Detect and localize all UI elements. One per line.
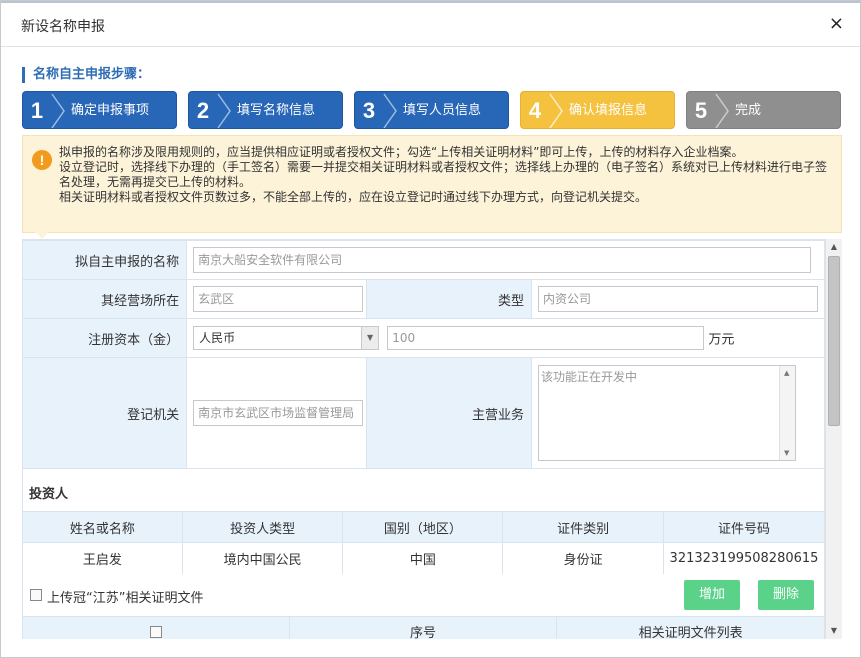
business-cell: 该功能正在开发中 ▲ ▼ (530, 357, 825, 469)
scroll-down-icon[interactable]: ▼ (784, 449, 789, 457)
dropdown-arrow-icon[interactable]: ▼ (361, 327, 379, 349)
notice-text: 拟申报的名称涉及限用规则的，应当提供相应证明或者授权文件；勾选“上传相关证明材料… (59, 145, 829, 205)
step-4-current: 4 确认填报信息 (520, 91, 675, 129)
name-label: 拟自主申报的名称 (22, 240, 188, 280)
chevron-right-icon (549, 93, 563, 128)
step-1: 1 确定申报事项 (22, 91, 177, 129)
add-button[interactable]: 增加 (684, 580, 740, 610)
warning-icon: ! (32, 150, 52, 170)
table-row[interactable]: 王启发 境内中国公民 中国 身份证 321323199508280615 (22, 542, 825, 575)
column-header: 证件类别 (502, 511, 664, 543)
chevron-right-icon (715, 93, 729, 128)
authority-input[interactable]: 南京市玄武区市场监督管理局 (193, 400, 364, 426)
select-all-cell (22, 616, 290, 639)
business-textarea[interactable]: 该功能正在开发中 ▲ ▼ (537, 365, 796, 461)
select-all-checkbox[interactable] (149, 625, 162, 638)
form-scroll-area: 拟自主申报的名称 南京大船安全软件有限公司 其经营场所在 玄武区 类型 内资公司… (22, 239, 825, 639)
investor-type: 境内中国公民 (181, 542, 344, 575)
type-input[interactable]: 内资公司 (537, 286, 818, 312)
step-label: 填写名称信息 (237, 103, 316, 118)
step-3: 3 填写人员信息 (354, 91, 509, 129)
scroll-up-icon[interactable]: ▲ (784, 369, 789, 377)
location-cell: 玄武区 (186, 279, 368, 319)
notice-paragraph: 拟申报的名称涉及限用规则的，应当提供相应证明或者授权文件；勾选“上传相关证明材料… (59, 145, 744, 159)
proof-files-table: 序号 相关证明文件列表 (22, 616, 825, 639)
step-number: 3 (362, 98, 376, 123)
chevron-right-icon (383, 93, 397, 128)
investor-country: 中国 (342, 542, 504, 575)
scrollbar-thumb[interactable] (828, 256, 840, 426)
name-cell: 南京大船安全软件有限公司 (186, 240, 825, 280)
investors-section-header: 投资人 (22, 469, 825, 511)
step-progress-bar: 1 确定申报事项 2 填写名称信息 3 填写人员信息 4 确认填报信息 5 完成 (22, 91, 842, 129)
name-input[interactable]: 南京大船安全软件有限公司 (193, 247, 812, 273)
investors-table: 姓名或名称 投资人类型 国别（地区） 证件类别 证件号码 王启发 境内中国公民 … (22, 511, 825, 575)
capital-amount-input[interactable]: 100 (387, 326, 705, 350)
name-declaration-dialog: 新设名称申报 × 名称自主申报步骤： 1 确定申报事项 2 填写名称信息 3 填… (0, 0, 861, 658)
column-header: 序号 (288, 616, 558, 639)
scroll-down-icon[interactable]: ▼ (826, 623, 842, 639)
business-label: 主营业务 (366, 357, 532, 469)
authority-label: 登记机关 (22, 357, 188, 469)
upload-proof-label: 上传冠“江苏”相关证明文件 (47, 591, 204, 606)
currency-value: 人民币 (199, 331, 236, 345)
column-header: 相关证明文件列表 (556, 616, 825, 639)
files-header-row: 序号 相关证明文件列表 (22, 616, 825, 639)
investor-id-type: 身份证 (502, 542, 664, 575)
step-number: 1 (30, 98, 44, 123)
steps-heading: 名称自主申报步骤： (22, 67, 150, 83)
textarea-scrollbar[interactable]: ▲ ▼ (778, 366, 795, 460)
notice-paragraph: 设立登记时，选择线下办理的（手工签名）需要一并提交相关证明材料或者授权文件；选择… (59, 160, 828, 189)
authority-cell: 南京市玄武区市场监督管理局 (186, 357, 368, 469)
location-label: 其经营场所在 (22, 279, 188, 319)
notice-paragraph: 相关证明材料或者授权文件页数过多，不能全部上传的，应在设立登记时通过线下办理方式… (59, 190, 648, 204)
location-input[interactable]: 玄武区 (193, 286, 364, 312)
investors-heading: 投资人 (29, 487, 69, 502)
column-header: 证件号码 (662, 511, 825, 543)
capital-unit: 万元 (708, 332, 735, 348)
business-placeholder: 该功能正在开发中 (540, 370, 637, 384)
step-number: 2 (196, 98, 210, 123)
step-label: 填写人员信息 (403, 103, 482, 118)
step-2: 2 填写名称信息 (188, 91, 343, 129)
chevron-right-icon (217, 93, 231, 128)
investor-id-number: 321323199508280615 (662, 542, 825, 575)
investor-name: 王启发 (22, 542, 183, 575)
capital-label: 注册资本（金） (22, 318, 188, 358)
chevron-right-icon (51, 93, 65, 128)
column-header: 姓名或名称 (22, 511, 183, 543)
notice-box: ! 拟申报的名称涉及限用规则的，应当提供相应证明或者授权文件；勾选“上传相关证明… (22, 135, 842, 233)
investors-header-row: 姓名或名称 投资人类型 国别（地区） 证件类别 证件号码 (22, 511, 825, 543)
step-number: 5 (694, 98, 708, 123)
declaration-form-table: 拟自主申报的名称 南京大船安全软件有限公司 其经营场所在 玄武区 类型 内资公司… (22, 240, 825, 469)
delete-button[interactable]: 删除 (758, 580, 814, 610)
type-label: 类型 (366, 279, 532, 319)
capital-cell: 人民币 ▼ 100 万元 (186, 318, 825, 358)
step-label: 确定申报事项 (71, 103, 150, 118)
currency-select[interactable]: 人民币 ▼ (193, 326, 380, 350)
dialog-title: 新设名称申报 (21, 19, 105, 35)
column-header: 国别（地区） (342, 511, 504, 543)
dialog-titlebar: 新设名称申报 × (1, 3, 860, 47)
notice-pointer (35, 232, 49, 239)
step-label: 完成 (735, 103, 762, 118)
step-label: 确认填报信息 (569, 103, 648, 118)
upload-proof-checkbox[interactable] (30, 589, 42, 601)
scroll-up-icon[interactable]: ▲ (826, 239, 842, 255)
column-header: 投资人类型 (181, 511, 344, 543)
vertical-scrollbar[interactable]: ▲ ▼ (825, 239, 842, 639)
close-icon[interactable]: × (829, 13, 844, 34)
step-number: 4 (528, 98, 542, 123)
upload-proof-row: 上传冠“江苏”相关证明文件 增加 删除 (22, 574, 825, 616)
type-cell: 内资公司 (530, 279, 825, 319)
step-5: 5 完成 (686, 91, 841, 129)
